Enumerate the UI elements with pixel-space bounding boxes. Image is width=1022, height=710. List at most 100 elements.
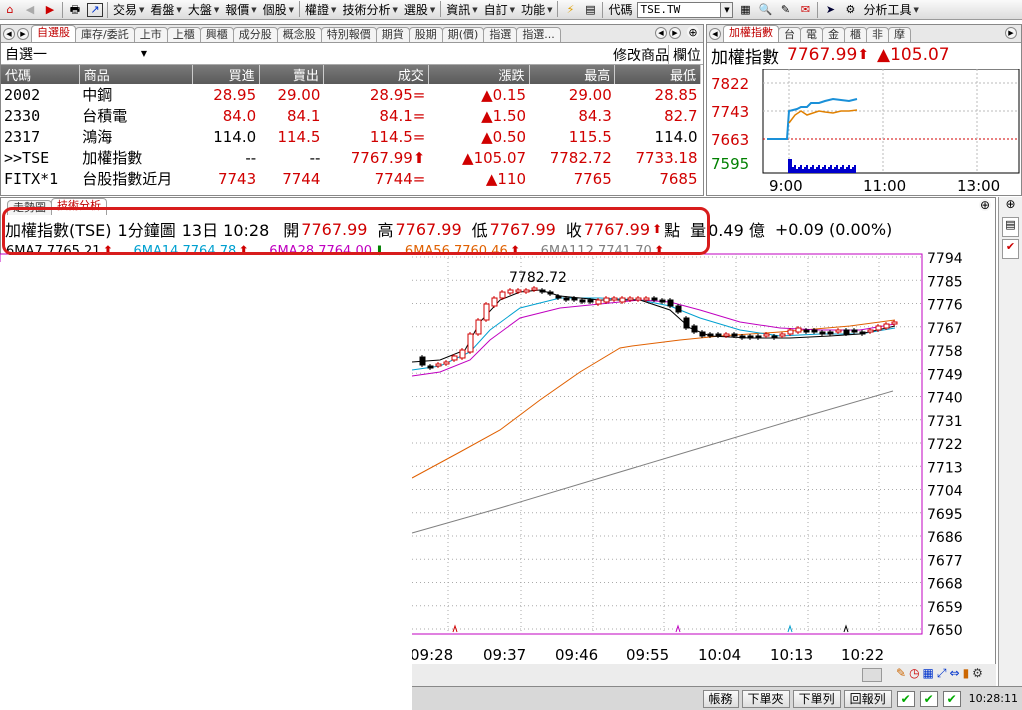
tab-watchlist[interactable]: 期貨 [375,27,410,42]
menu-item[interactable]: 技術分析 ▼ [339,1,400,18]
table-row[interactable]: >>TSE 加權指數 -- -- 7767.99⬆ ▲105.07 7782.72 7733.… [1,147,701,168]
menu-item[interactable]: 大盤 ▼ [185,1,222,18]
cursor-icon[interactable]: ➤ [822,3,838,17]
tab-index[interactable]: 摩 [888,27,911,42]
tab-index[interactable]: 櫃 [844,27,867,42]
tab-next-icon[interactable]: ▶ [1005,27,1017,39]
tools-icon[interactable]: ✎ [777,3,793,17]
tab-index[interactable]: 金 [822,27,845,42]
menu-item[interactable]: 報價 ▼ [222,1,259,18]
column-header[interactable]: 最低 [614,65,701,84]
x-tick-label: 10:13 [770,646,813,664]
tab-index[interactable]: 加權指數 [723,25,779,42]
chart-period[interactable]: 1分鐘圖 [118,217,176,241]
notepad-icon[interactable]: ▤ [582,3,598,17]
table-row[interactable]: 2317 鴻海 114.0 114.5 114.5= ▲0.50 115.5 114.0 [1,126,701,147]
tab-prev-icon[interactable]: ◀ [3,28,15,40]
flash-icon[interactable]: ⚡ [562,3,578,17]
timer-icon[interactable]: ◷ [909,666,919,681]
code-input[interactable]: TSE.TW [637,1,722,18]
chevron-down-icon[interactable]: ▼ [721,1,734,18]
candle [827,331,834,335]
candle [763,333,770,337]
table-row[interactable]: FITX*1 台股指數近月 7743 7744 7744= ▲110 7765 7685 [1,168,701,189]
column-header[interactable]: 漲跌 [428,65,530,84]
tab-watchlist[interactable]: 指選 [483,27,518,42]
status-button[interactable]: 帳務 [702,689,739,708]
tab-watchlist[interactable]: 庫存/委託 [75,27,135,42]
tab-watchlist[interactable]: 期(價) [441,27,485,42]
tab-watchlist[interactable]: 股期 [408,27,443,42]
forward-arrow-icon[interactable]: ▶ [42,3,58,17]
edit-symbols-button[interactable]: 修改商品 [613,45,669,65]
column-header[interactable]: 賣出 [259,65,324,84]
menu-item[interactable]: 功能 ▼ [518,1,555,18]
tab-scroll-right-icon[interactable]: ▶ [669,27,681,39]
column-header[interactable]: 代碼 [1,65,80,84]
tab-next-icon[interactable]: ▶ [17,28,29,40]
tab-prev-icon[interactable]: ◀ [709,28,721,40]
candle [603,297,610,303]
home-icon[interactable]: ⌂ [2,3,18,17]
tab-chart[interactable]: 走勢圖 [7,200,52,215]
menu-item[interactable]: 個股 ▼ [260,1,297,18]
column-header[interactable]: 成交 [323,65,429,84]
zoom-icon[interactable]: ⊕ [687,26,699,39]
popout-icon[interactable]: ↗ [87,2,103,17]
tab-watchlist[interactable]: 特別報價 [320,27,377,42]
status-button[interactable]: 下單列 [792,689,841,708]
list-icon[interactable]: ▦ [737,3,753,17]
zoom-icon[interactable]: ⊕ [999,197,1022,215]
menu-item[interactable]: 權證 ▼ [302,1,339,18]
scroll-thumb[interactable] [862,668,882,682]
group-select[interactable]: 自選一 ▼ [1,44,149,64]
menu-item[interactable]: 交易 ▼ [110,1,147,18]
table-row[interactable]: 2002 中鋼 28.95 29.00 28.95= ▲0.15 29.00 28.85 [1,84,701,105]
checkbox-icon[interactable]: ✔ [1002,239,1019,259]
zoom-fit-icon[interactable]: ⤢ [937,666,947,681]
stamp-icon[interactable]: ✉ [797,3,813,17]
print-icon[interactable]: 🖶 [67,3,83,17]
menu-item[interactable]: 看盤 ▼ [147,1,184,18]
separator [817,1,819,18]
column-header[interactable]: 商品 [79,65,194,84]
draw-tool-icon[interactable]: ✎ [896,666,906,681]
side-tab-icon[interactable]: ▤ [1002,217,1019,237]
checkbox-icon[interactable]: ✔ [919,690,938,707]
back-arrow-icon[interactable]: ◀ [22,3,38,17]
expand-icon[interactable]: ⇔ [950,666,960,681]
tab-watchlist[interactable]: 指選... [516,27,561,42]
analysis-tools-menu[interactable]: 分析工具 ▼ [860,1,921,18]
tab-watchlist[interactable]: 興櫃 [199,27,234,42]
columns-button[interactable]: 欄位 [668,45,701,65]
tab-chart[interactable]: 技術分析 [51,198,107,215]
tab-index[interactable]: 電 [800,27,823,42]
checkbox-icon[interactable]: ✔ [896,690,915,707]
search-icon[interactable]: 🔍 [757,3,773,17]
tab-scroll-left-icon[interactable]: ◀ [655,27,667,39]
settings-icon[interactable]: ⚙ [972,666,983,681]
menu-item[interactable]: 資訊 ▼ [443,1,480,18]
grid-icon[interactable]: ▦ [923,666,934,681]
zoom-icon[interactable]: ⊕ [979,198,991,212]
checkbox-icon[interactable]: ✔ [942,690,961,707]
tab-watchlist[interactable]: 概念股 [276,27,322,42]
status-button[interactable]: 下單夾 [741,689,790,708]
tab-watchlist[interactable]: 自選股 [31,25,76,42]
column-header[interactable]: 最高 [529,65,616,84]
column-header[interactable]: 買進 [192,65,260,84]
chevron-down-icon: ▼ [139,5,145,14]
table-row[interactable]: 2330 台積電 84.0 84.1 84.1= ▲1.50 84.3 82.7 [1,105,701,126]
tab-index[interactable]: 非 [866,27,889,42]
tab-watchlist[interactable]: 成分股 [232,27,278,42]
tab-watchlist[interactable]: 上櫃 [166,27,201,42]
bar-chart-icon[interactable]: ▮ [963,666,970,681]
chart-scrollbar[interactable]: ✎ ◷ ▦ ⤢ ⇔ ▮ ⚙ [412,664,996,686]
candle [635,297,642,301]
menu-item[interactable]: 自訂 ▼ [481,1,518,18]
menu-item[interactable]: 選股 ▼ [401,1,438,18]
status-button[interactable]: 回報列 [843,689,892,708]
tab-index[interactable]: 台 [778,27,801,42]
tab-watchlist[interactable]: 上市 [133,27,168,42]
analysis-icon[interactable]: ⚙ [842,3,858,17]
